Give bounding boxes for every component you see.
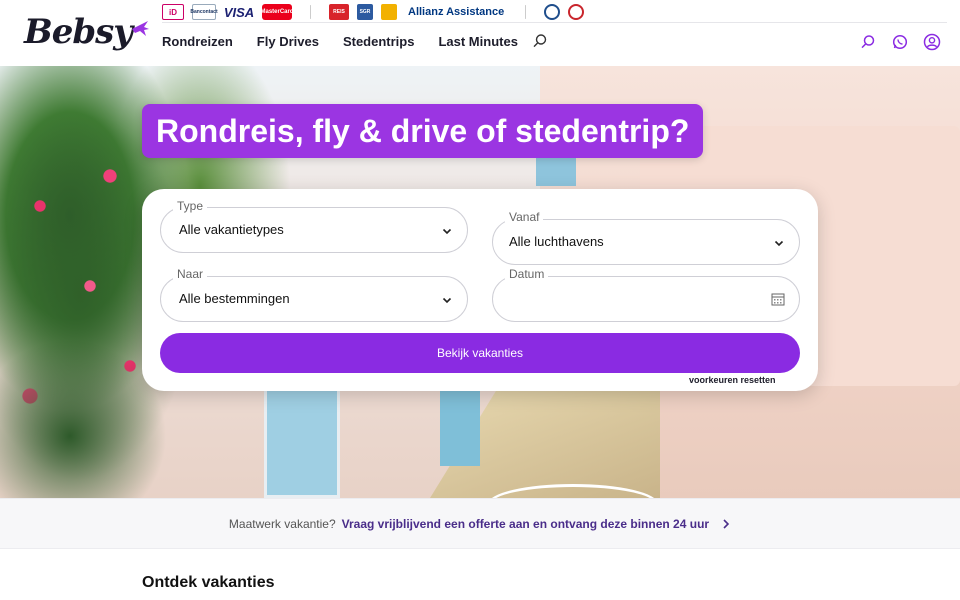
- plane-icon: [132, 21, 150, 36]
- chevron-down-icon: [442, 297, 452, 304]
- hero-image-door: [264, 386, 340, 498]
- site-header: Bebsy iD Bancontact VISA MasterCard REIS…: [0, 0, 960, 66]
- request-quote-link[interactable]: Vraag vrijblijvend een offerte aan en on…: [342, 517, 709, 531]
- chevron-down-icon: [774, 240, 784, 247]
- from-label: Vanaf: [505, 210, 544, 224]
- divider: [525, 5, 527, 19]
- sgr-badge: SGR: [357, 4, 373, 20]
- custom-trip-banner: Maatwerk vakantie? Vraag vrijblijvend ee…: [0, 498, 960, 549]
- whatsapp-icon[interactable]: [891, 33, 909, 51]
- bebsy-logo[interactable]: Bebsy: [24, 12, 152, 56]
- type-select[interactable]: Type Alle vakantietypes: [160, 199, 468, 253]
- reset-preferences-link[interactable]: voorkeuren resetten: [689, 375, 776, 386]
- nav-last-minutes[interactable]: Last Minutes: [438, 33, 517, 51]
- from-select[interactable]: Vanaf Alle luchthavens: [492, 210, 800, 265]
- hero-title: Rondreis, fly & drive of stedentrip?: [142, 104, 704, 158]
- reisgarantie-badge: REIS: [329, 4, 349, 20]
- discover-holidays-heading: Ontdek vakanties: [142, 574, 275, 591]
- ideal-badge: iD: [162, 4, 184, 20]
- anvr-badge: [544, 4, 561, 20]
- search-submit-button[interactable]: Bekijk vakanties: [160, 333, 800, 373]
- sgr-round-badge: [568, 4, 585, 20]
- divider: [310, 5, 311, 19]
- chevron-right-icon[interactable]: [721, 518, 731, 530]
- nav-fly-drives[interactable]: Fly Drives: [257, 33, 319, 51]
- main-nav: Rondreizen Fly Drives Stedentrips Last M…: [162, 33, 518, 51]
- to-value: Alle bestemmingen: [179, 291, 290, 306]
- chevron-down-icon: [442, 228, 452, 235]
- visa-badge: VISA: [223, 4, 255, 20]
- garantie-badge: [381, 4, 397, 20]
- mastercard-badge: MasterCard: [261, 4, 294, 20]
- nav-stedentrips[interactable]: Stedentrips: [343, 33, 415, 51]
- type-label: Type: [173, 199, 208, 213]
- to-select[interactable]: Naar Alle bestemmingen: [160, 267, 468, 322]
- search-form: Type Alle vakantietypes Vanaf Alle lucht…: [142, 189, 818, 391]
- date-label: Datum: [505, 267, 549, 281]
- search-icon[interactable]: [859, 33, 877, 51]
- search-icon[interactable]: [532, 33, 548, 54]
- custom-trip-question: Maatwerk vakantie?: [228, 516, 336, 531]
- user-icon[interactable]: [923, 33, 941, 51]
- nav-rondreizen[interactable]: Rondreizen: [162, 33, 233, 51]
- hero-image-door-small: [440, 386, 480, 466]
- allianz-assistance-badge: Allianz Assistance: [408, 6, 505, 18]
- to-label: Naar: [173, 267, 208, 281]
- bancontact-badge: Bancontact: [190, 4, 218, 20]
- from-value: Alle luchthavens: [509, 234, 604, 249]
- trust-badges-bar: iD Bancontact VISA MasterCard REIS SGR A…: [162, 2, 947, 23]
- header-actions: [859, 33, 941, 51]
- hero-banner: Rondreis, fly & drive of stedentrip? Typ…: [0, 66, 960, 498]
- date-field[interactable]: Datum: [492, 267, 800, 322]
- logo-wordmark: Bebsy: [24, 12, 133, 52]
- type-value: Alle vakantietypes: [179, 222, 284, 237]
- calendar-icon: [771, 293, 785, 306]
